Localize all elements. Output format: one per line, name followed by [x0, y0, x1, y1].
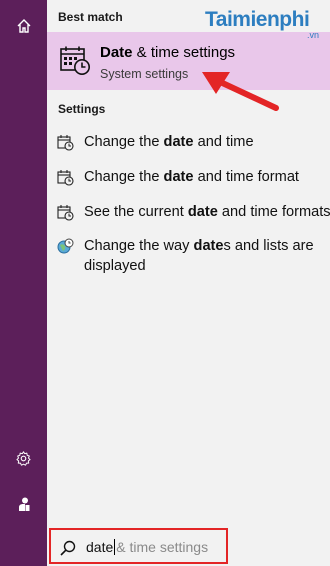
search-results-panel: Best match Date & time settings System s…	[47, 0, 330, 526]
search-bar: date & time settings	[47, 526, 330, 566]
search-icon	[60, 540, 76, 556]
watermark-domain: .vn	[307, 30, 320, 40]
best-match-heading: Best match	[58, 10, 123, 24]
home-icon	[17, 19, 30, 33]
start-rail	[0, 0, 47, 566]
result-label: Change the way dates and lists are displ…	[84, 238, 314, 274]
best-match-title: Date & time settings	[100, 44, 236, 61]
result-label: See the current date and time formats	[84, 204, 330, 220]
globe-clock-icon	[57, 238, 74, 254]
gear-icon	[16, 450, 31, 466]
search-autocomplete: & time settings	[116, 539, 209, 555]
result-change-date-time[interactable]: Change the date and time	[47, 132, 330, 154]
result-change-date-time-format[interactable]: Change the date and time format	[47, 167, 330, 189]
annotation-arrow-icon	[202, 72, 279, 111]
calendar-clock-icon	[57, 205, 74, 221]
calendar-clock-icon	[57, 170, 74, 186]
watermark-logo: Taimienphi .vn	[205, 8, 319, 40]
search-query: date & time settings	[86, 539, 209, 555]
user-button[interactable]	[0, 484, 47, 524]
calendar-clock-icon	[60, 46, 90, 75]
settings-heading: Settings	[58, 102, 106, 116]
result-change-date-list-display[interactable]: Change the way dates and lists are displ…	[47, 236, 330, 278]
result-see-date-time-formats[interactable]: See the current date and time formats	[47, 202, 330, 224]
search-input[interactable]: date & time settings	[49, 528, 228, 564]
calendar-clock-icon	[57, 135, 74, 151]
best-match-subtitle: System settings	[100, 67, 189, 81]
user-icon	[18, 497, 29, 511]
settings-button[interactable]	[0, 438, 47, 478]
result-label: Change the date and time	[84, 134, 254, 150]
home-button[interactable]	[0, 6, 47, 46]
watermark-text: Taimienphi	[205, 8, 310, 31]
best-match-result[interactable]: Date & time settings System settings	[47, 32, 330, 90]
result-label: Change the date and time format	[84, 169, 299, 185]
